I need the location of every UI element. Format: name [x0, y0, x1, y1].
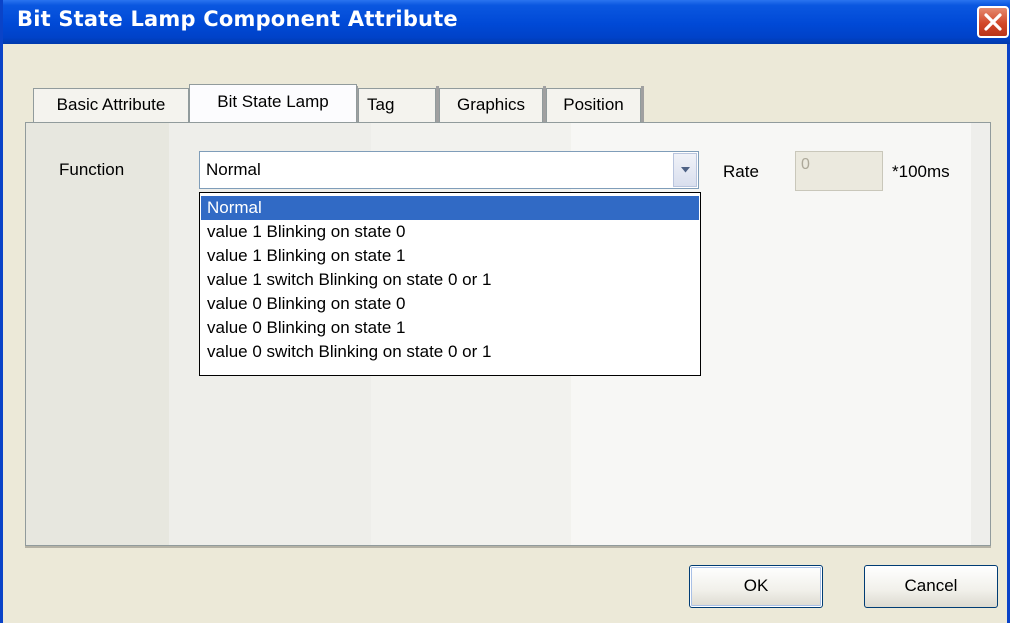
tab-divider — [641, 86, 644, 122]
rate-input-value: 0 — [801, 156, 810, 173]
dropdown-option[interactable]: value 0 Blinking on state 0 — [201, 292, 699, 316]
rate-label: Rate — [723, 162, 759, 181]
cancel-button-label: Cancel — [904, 576, 958, 595]
cancel-button[interactable]: Cancel — [864, 565, 998, 608]
dropdown-option[interactable]: value 0 switch Blinking on state 0 or 1 — [201, 340, 699, 364]
tab-label: Position — [563, 95, 624, 114]
close-button[interactable] — [977, 6, 1009, 38]
function-combobox-value: Normal — [206, 160, 261, 179]
ok-button[interactable]: OK — [689, 565, 823, 608]
dropdown-option[interactable]: value 0 Blinking on state 1 — [201, 316, 699, 340]
dropdown-option[interactable]: value 1 Blinking on state 0 — [201, 220, 699, 244]
panel-divider — [25, 546, 991, 548]
rate-input[interactable]: 0 — [795, 151, 883, 191]
tab-basic-attribute[interactable]: Basic Attribute — [33, 88, 189, 122]
dropdown-option[interactable]: value 1 switch Blinking on state 0 or 1 — [201, 268, 699, 292]
tab-label: Basic Attribute — [56, 95, 166, 114]
tab-graphics[interactable]: Graphics — [439, 88, 543, 122]
dropdown-button[interactable] — [673, 153, 697, 187]
dialog-window: Bit State Lamp Component Attribute Basic… — [0, 0, 1010, 623]
tab-position[interactable]: Position — [546, 88, 641, 122]
function-label: Function — [59, 160, 125, 179]
window-title: Bit State Lamp Component Attribute — [17, 7, 458, 31]
title-bar[interactable]: Bit State Lamp Component Attribute — [3, 0, 1010, 44]
tab-label: Graphics — [456, 95, 526, 114]
tab-tag[interactable]: Tag — [358, 88, 436, 122]
ok-button-label: OK — [743, 576, 769, 595]
dropdown-option[interactable]: Normal — [201, 196, 699, 220]
tab-label: Bit State Lamp — [217, 92, 329, 111]
function-dropdown-list[interactable]: Normal value 1 Blinking on state 0 value… — [199, 192, 701, 376]
tab-bit-state-lamp[interactable]: Bit State Lamp — [189, 84, 357, 122]
dropdown-option[interactable]: value 1 Blinking on state 1 — [201, 244, 699, 268]
function-combobox[interactable]: Normal — [199, 151, 699, 189]
tab-label: Tag — [367, 95, 395, 114]
rate-unit-label: *100ms — [892, 162, 950, 181]
